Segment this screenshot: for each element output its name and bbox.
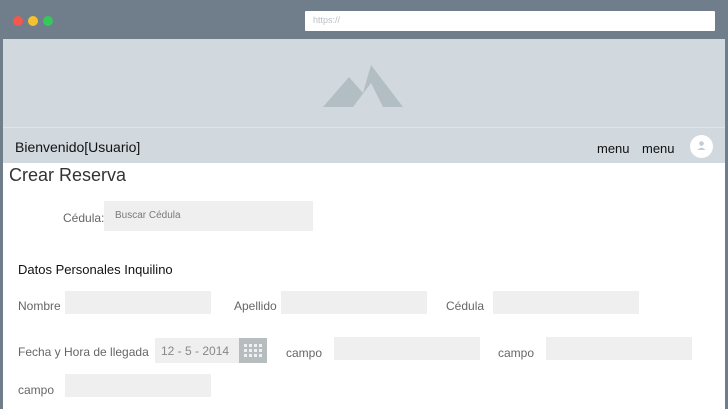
top-navbar: Bienvenido[Usuario] menu menu [3, 127, 725, 163]
page-title: Crear Reserva [9, 165, 127, 185]
nombre-input[interactable] [65, 291, 211, 314]
section-title: Datos Personales Inquilino [18, 262, 173, 277]
campo1-input[interactable] [334, 337, 480, 360]
cedula-search-input[interactable]: Buscar Cédula [104, 201, 313, 231]
browser-titlebar: https:// [3, 3, 725, 39]
calendar-icon [244, 344, 262, 357]
nav-menu-item-1[interactable]: menu [597, 141, 630, 156]
user-avatar[interactable] [690, 135, 713, 158]
hero-banner [3, 39, 725, 127]
fecha-value: 12 - 5 - 2014 [161, 344, 230, 358]
close-window-button[interactable] [13, 16, 23, 26]
nombre-label: Nombre [18, 299, 61, 313]
image-placeholder-icon [323, 65, 403, 107]
campo2-label: campo [498, 346, 535, 360]
cedula-label: Cédula [446, 299, 485, 313]
browser-window: https:// Bienvenido[Usuario] menu menu C… [0, 0, 728, 409]
campo3-input[interactable] [65, 374, 211, 397]
welcome-text: Bienvenido[Usuario] [15, 139, 141, 155]
fecha-input[interactable]: 12 - 5 - 2014 [155, 338, 239, 363]
apellido-label: Apellido [234, 299, 277, 313]
minimize-window-button[interactable] [28, 16, 38, 26]
fecha-label: Fecha y Hora de llegada [18, 345, 149, 359]
address-bar[interactable]: https:// [305, 11, 715, 31]
cedula-search-placeholder: Buscar Cédula [115, 210, 181, 221]
cedula-input[interactable] [493, 291, 639, 314]
nav-menu-item-2[interactable]: menu [642, 141, 675, 156]
campo3-label: campo [18, 383, 55, 397]
user-icon [697, 141, 706, 150]
campo1-label: campo [286, 346, 323, 360]
calendar-button[interactable] [239, 338, 267, 363]
address-bar-text: https:// [313, 15, 341, 25]
maximize-window-button[interactable] [43, 16, 53, 26]
campo2-input[interactable] [546, 337, 692, 360]
apellido-input[interactable] [281, 291, 427, 314]
cedula-search-label: Cédula: [63, 211, 105, 225]
